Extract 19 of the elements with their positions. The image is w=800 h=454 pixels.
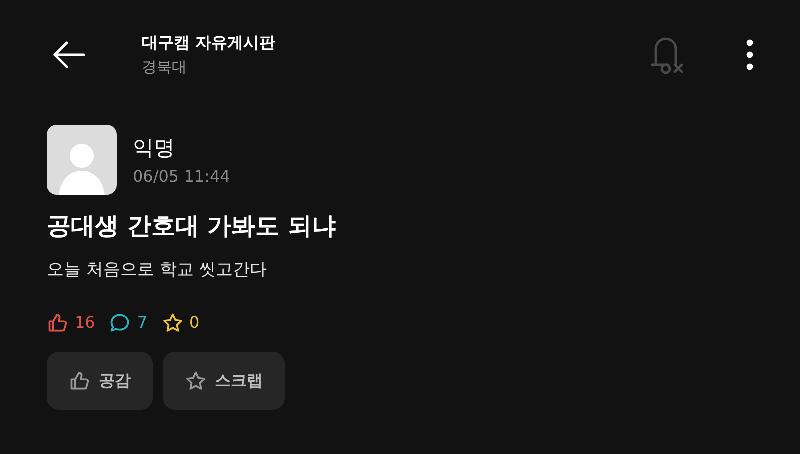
like-button[interactable]: 공감 (47, 352, 153, 410)
thumbs-up-icon (47, 312, 69, 334)
post-date: 06/05 11:44 (133, 166, 230, 188)
avatar-icon (47, 125, 117, 195)
speech-bubble-icon (109, 312, 132, 334)
thumbs-up-icon (69, 370, 91, 392)
stat-count: 0 (190, 312, 200, 334)
stat-count: 16 (75, 312, 96, 334)
back-arrow-icon[interactable] (52, 40, 86, 70)
post-title: 공대생 간호대 가봐도 되냐 (47, 211, 338, 242)
post-body: 오늘 처음으로 학교 씻고간다 (47, 259, 268, 282)
author-name: 익명 (133, 134, 176, 162)
board-subtitle: 경북대 (142, 57, 188, 78)
star-icon (185, 370, 207, 392)
stat-count: 7 (137, 312, 148, 334)
scrap-button[interactable]: 스크랩 (163, 352, 285, 410)
board-title: 대구캠 자유게시판 (142, 32, 276, 54)
more-options-icon[interactable] (746, 39, 754, 71)
star-icon (162, 312, 184, 334)
